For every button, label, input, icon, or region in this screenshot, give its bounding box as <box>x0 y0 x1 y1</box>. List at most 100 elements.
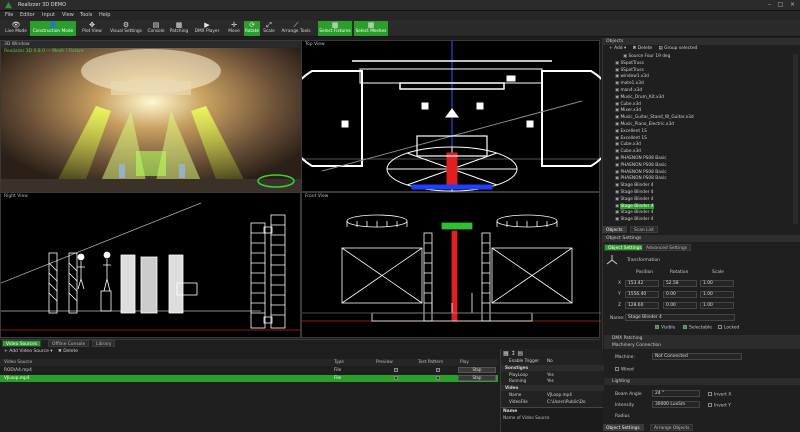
toolbar-move-button[interactable]: ✛ Move <box>226 21 242 36</box>
add-object-button[interactable]: + Add ▾ <box>609 46 626 51</box>
object-item[interactable]: ▣ Stage Blinder 4 <box>607 203 795 210</box>
object-item[interactable]: ▣ Music_Guitar_Stand_W_Guitar.x3d <box>607 115 795 121</box>
close-button[interactable]: × <box>788 1 797 9</box>
scale-field[interactable]: 1.00 <box>700 291 734 298</box>
toolbar-scale-button[interactable]: ⤢ Scale <box>262 21 276 36</box>
intensity-field[interactable]: 30000 LuxSm <box>652 401 700 408</box>
tab-library[interactable]: Library <box>92 340 116 347</box>
object-item[interactable]: ▣ Mixer.x3d <box>607 108 795 114</box>
menu-input[interactable]: Input <box>42 12 55 18</box>
object-item[interactable]: ▣ PHAENON PS08 Basic <box>607 170 795 176</box>
stop-button[interactable]: Stop <box>458 367 496 373</box>
machine-select[interactable]: Not Connected <box>652 353 742 360</box>
toolbar-console-button[interactable]: ▤ Console <box>146 21 166 36</box>
toolbar-dmx-player-button[interactable]: ▶ DMX Player <box>192 21 222 36</box>
object-item[interactable]: ▣ PHAENON PS08 Basic <box>607 176 795 182</box>
toolbar-select-fixtures-button[interactable]: ▦ Select Fixtures <box>318 21 352 36</box>
object-item[interactable]: ▣ Stage Blinder 4 <box>607 210 795 216</box>
object-item[interactable]: ▣ Source Four 19 deg <box>607 54 795 60</box>
toolbar-live-mode-button[interactable]: 👁 Live Mode <box>4 21 28 36</box>
invert-x-checkbox[interactable]: Invert X <box>708 392 731 398</box>
tab-scan-list[interactable]: Scan List <box>630 226 658 233</box>
group-selected-button[interactable]: ▤ Group selected <box>659 46 698 51</box>
menu-editor[interactable]: Editor <box>20 12 35 18</box>
position-field[interactable]: 153.42 <box>625 280 659 287</box>
toolbar-arrange-tools-button[interactable]: ⟋ Arrange Tools <box>278 21 314 36</box>
toolbar-select-meshes-button[interactable]: ▦ Select Meshes <box>354 21 388 36</box>
property-row[interactable]: VideoFile C:\Users\Public\Do <box>501 399 604 405</box>
object-item[interactable]: ▣ PHAENON PS08 Basic <box>607 163 795 169</box>
tab-video-sources[interactable]: Video Sources <box>2 340 42 347</box>
invert-y-checkbox[interactable]: Invert Y <box>708 403 731 409</box>
object-item[interactable]: ▣ Stage Blinder 4 <box>607 197 795 203</box>
object-item[interactable]: ▣ Stage Blinder 4 <box>607 183 795 189</box>
object-item[interactable]: ▣ Excellent 1S <box>607 136 795 142</box>
property-row[interactable]: Running Yes <box>501 378 604 384</box>
menu-help[interactable]: Help <box>99 12 110 18</box>
selectable-checkbox[interactable]: Selectable <box>683 325 712 331</box>
rotation-field[interactable]: 0.00 <box>663 302 697 309</box>
objects-scrollbar[interactable] <box>793 54 798 224</box>
viewport-right[interactable]: Right View <box>0 192 302 338</box>
section-machinery[interactable]: Machinery Connection <box>604 342 800 349</box>
property-pages-icon[interactable]: ▤ <box>518 350 524 357</box>
object-item[interactable]: ▣ Music_Drum_Kit.x3d <box>607 95 795 101</box>
categorized-icon[interactable]: ▦ <box>503 350 509 357</box>
viewport-top[interactable]: Top View <box>301 40 601 193</box>
wired-checkbox[interactable]: Wired <box>615 367 634 373</box>
video-grid[interactable]: Video Source Type Preview Test Pattern P… <box>0 357 498 432</box>
property-section[interactable]: Sonstiges <box>501 364 604 371</box>
beam-angle-field[interactable]: 24 ° <box>652 390 700 397</box>
video-source-row[interactable]: VJLoop.mp4 File Stop <box>0 375 498 382</box>
tab-bottom-object-settings[interactable]: Object Settings <box>602 424 644 431</box>
object-item[interactable]: ▣ Excellent 1S <box>607 129 795 135</box>
object-item[interactable]: ▣ mate1.x3d <box>607 81 795 87</box>
minimize-button[interactable]: – <box>765 1 774 9</box>
test-pattern-checkbox[interactable] <box>436 375 442 382</box>
object-item[interactable]: ▣ Cube.x3d <box>607 149 795 155</box>
viewport-3d[interactable]: 3D Window Realizzer 3D 0.8.0 — Mesh / Fi… <box>0 40 302 193</box>
toolbar-visual-settings-button[interactable]: ⚙ Visual Settings <box>108 21 144 36</box>
section-dmx-patching[interactable]: DMX Patching <box>604 335 800 342</box>
add-video-source-button[interactable]: + Add Video Source ▾ <box>4 349 53 354</box>
object-item[interactable]: ▣ man4.x3d <box>607 88 795 94</box>
tab-objects[interactable]: Objects <box>602 226 627 233</box>
object-item[interactable]: ▣ SSpotTruss <box>607 68 795 74</box>
scale-field[interactable]: 1.00 <box>700 302 734 309</box>
toolbar-patching-button[interactable]: ▦ Patching <box>168 21 190 36</box>
alphabetical-icon[interactable]: ↕ <box>511 350 516 357</box>
video-source-row[interactable]: ROD\A4.mp4 File Stop <box>0 367 498 374</box>
position-field[interactable]: 128.60 <box>625 302 659 309</box>
object-item[interactable]: ▣ SSpotTruss <box>607 61 795 67</box>
object-item[interactable]: ▣ Stage Blinder 4 <box>607 217 795 223</box>
object-item[interactable]: ▣ Music_Piano_Electric.x3d <box>607 122 795 128</box>
object-item[interactable]: ▣ PHAENON PS08 Basic <box>607 156 795 162</box>
property-row[interactable]: Name VJLoop.mp4 <box>501 392 604 398</box>
section-lighting[interactable]: Lighting <box>604 378 800 385</box>
rotation-field[interactable]: 52.58 <box>663 280 697 287</box>
viewport-front[interactable]: Front View <box>301 192 601 338</box>
toolbar-plot-view-button[interactable]: ✥ Plot View <box>78 21 106 36</box>
object-item[interactable]: ▣ Cube.x3d <box>607 102 795 108</box>
menu-file[interactable]: File <box>5 12 13 18</box>
tab-advanced-settings[interactable]: Advanced Settings <box>642 244 692 251</box>
object-item[interactable]: ▣ Cube.x3d <box>607 142 795 148</box>
name-field[interactable]: Stage Blinder 4 <box>625 314 735 321</box>
object-item[interactable]: ▣ Stage Blinder 4 <box>607 190 795 196</box>
objects-tree[interactable]: ▣ Source Four 19 deg ▣ SSpotTruss ▣ SSpotT… <box>607 54 797 226</box>
tab-arrange-objects[interactable]: Arrange Objects <box>650 424 694 431</box>
property-row[interactable]: PlayLoop Yes <box>501 372 604 378</box>
preview-checkbox[interactable] <box>394 375 400 382</box>
position-field[interactable]: 1556.40 <box>625 291 659 298</box>
property-section[interactable]: Video <box>501 385 604 392</box>
stop-button[interactable]: Stop <box>458 375 496 381</box>
tab-offline-console[interactable]: Offline Console <box>48 340 90 347</box>
test-pattern-checkbox[interactable] <box>436 367 442 374</box>
rotation-field[interactable]: 0.00 <box>663 291 697 298</box>
toolbar-construction-mode-button[interactable]: 👤 Construction Mode <box>30 21 76 36</box>
locked-checkbox[interactable]: Locked <box>718 325 739 331</box>
delete-video-source-button[interactable]: ✖ Delete <box>58 349 78 354</box>
visible-checkbox[interactable]: Visible <box>655 325 675 331</box>
tab-object-settings[interactable]: Object Settings <box>604 244 646 251</box>
toolbar-rotate-button[interactable]: ⟳ Rotate <box>244 21 260 36</box>
